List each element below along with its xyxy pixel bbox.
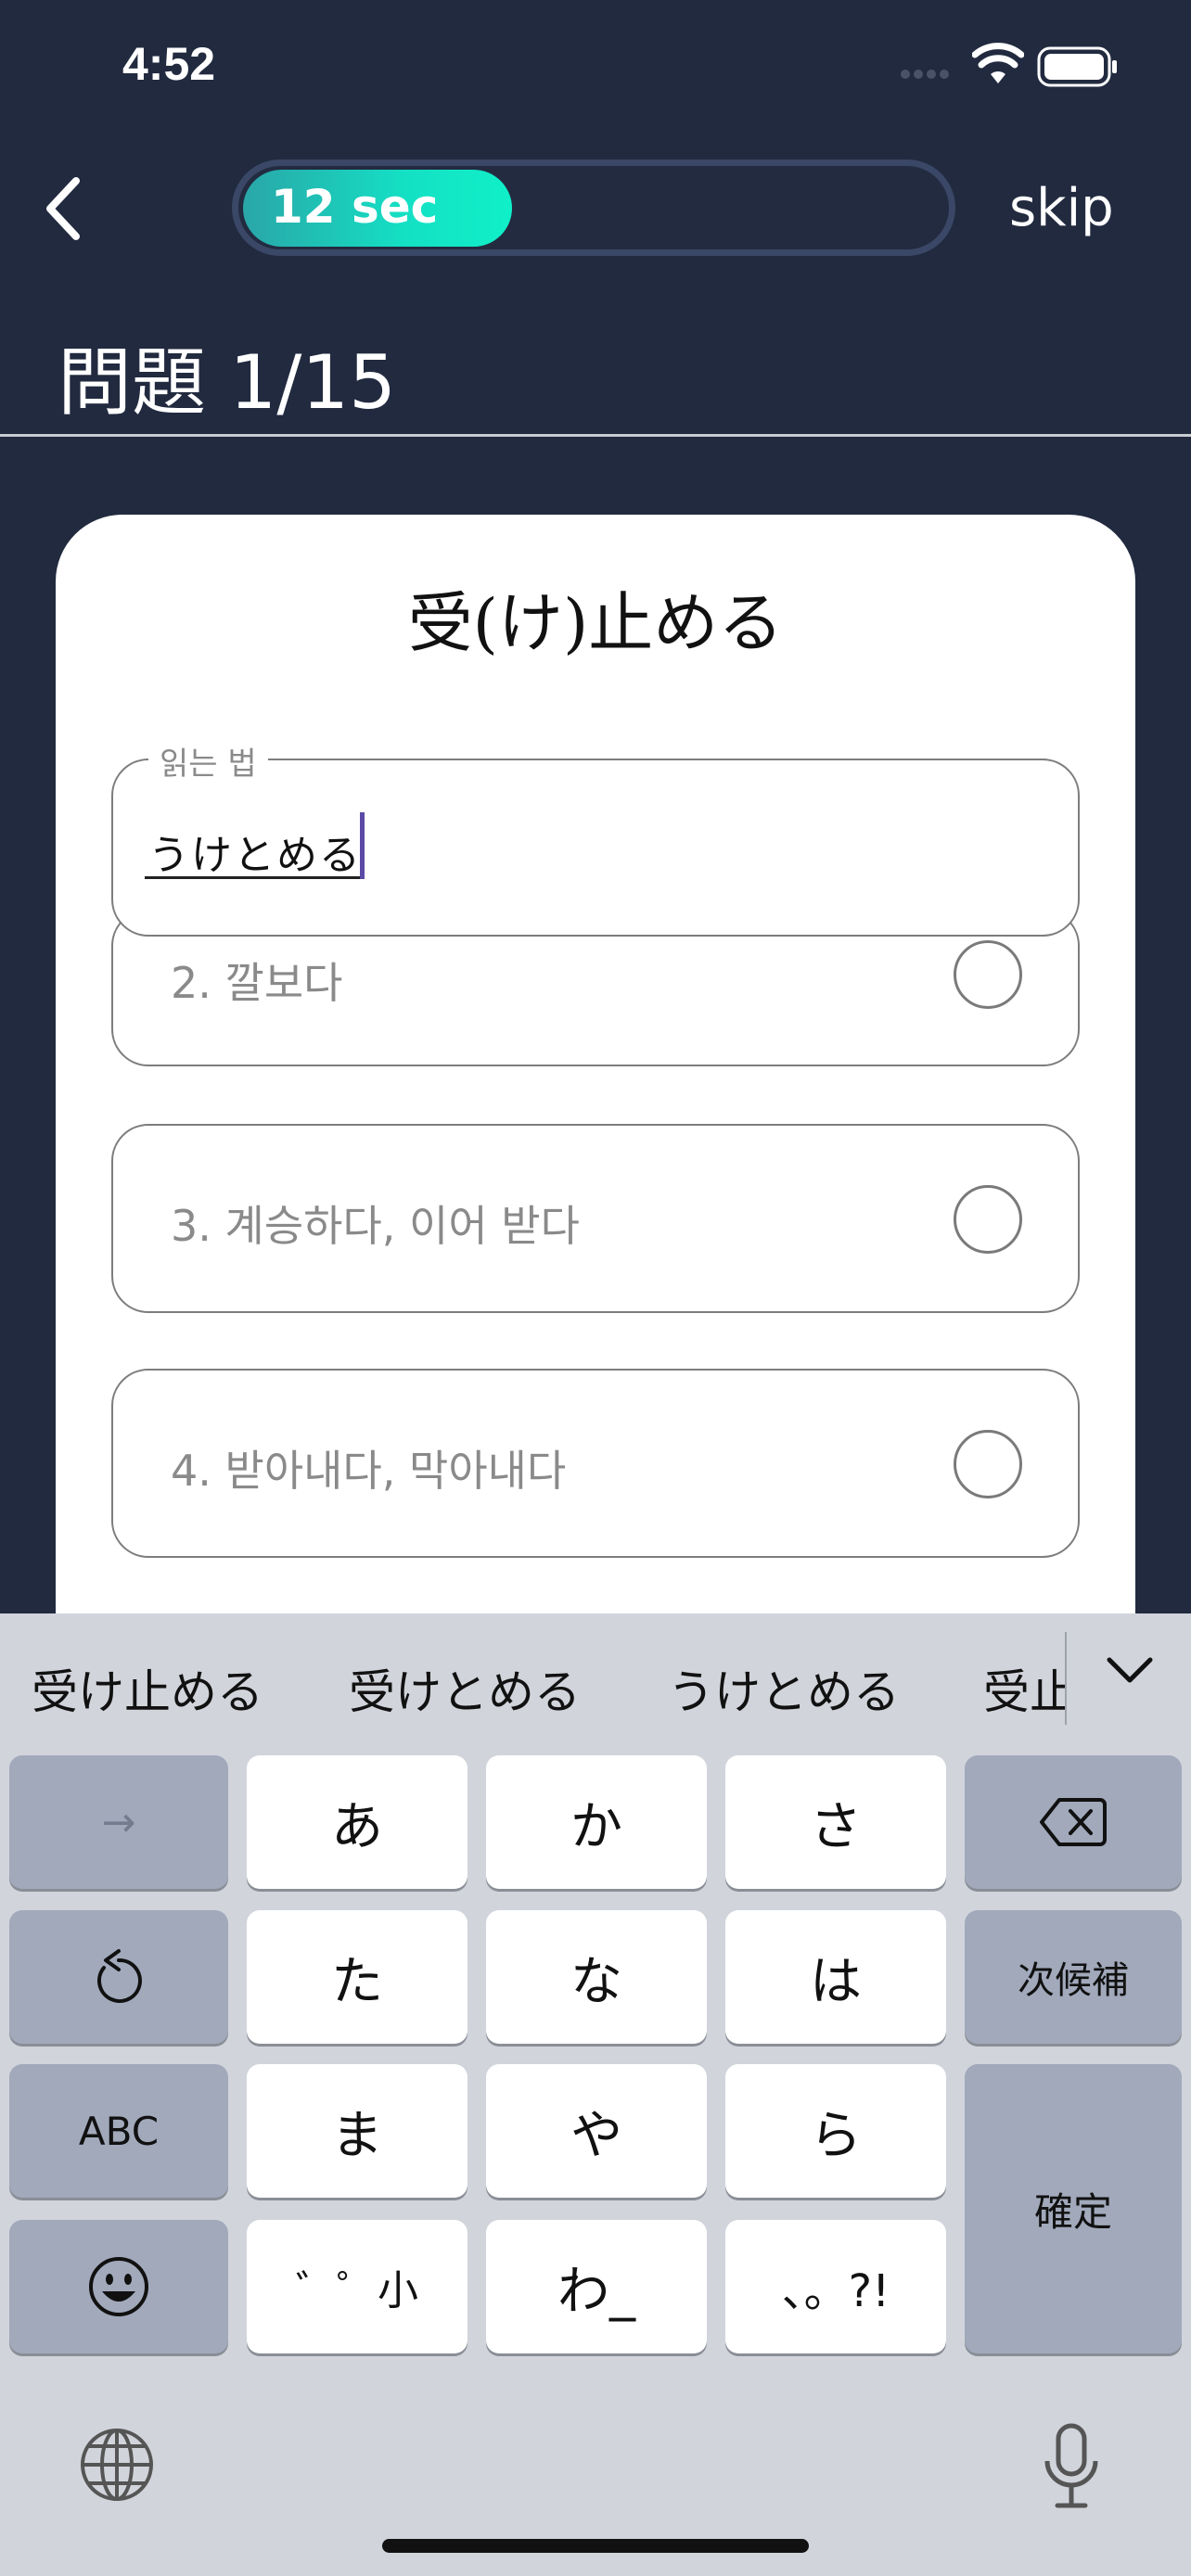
confirm-key[interactable]: 確定 — [965, 2064, 1182, 2353]
key-label: ABC — [78, 2108, 160, 2154]
key-ka[interactable]: か — [486, 1755, 707, 1889]
option-label: 4. 받아내다, 막아내다 — [171, 1446, 567, 1496]
option-3[interactable]: 3. 계승하다, 이어 받다 — [111, 1124, 1080, 1313]
radio-icon[interactable] — [954, 1430, 1022, 1498]
key-ya[interactable]: や — [486, 2064, 707, 2198]
suggestion-4[interactable]: 受止 — [983, 1655, 1065, 1722]
reading-input-label: 읽는 법 — [148, 738, 268, 784]
key-label: あ — [331, 1796, 383, 1857]
skip-button[interactable]: skip — [1009, 178, 1114, 238]
arrow-key-label: → — [101, 1798, 136, 1846]
key-label: は — [810, 1951, 862, 2012]
delete-key[interactable] — [965, 1755, 1182, 1889]
key-label: わ_ — [557, 2261, 635, 2322]
key-label: た — [331, 1951, 383, 2012]
abc-key[interactable]: ABC — [9, 2064, 228, 2198]
option-label: 3. 계승하다, 이어 받다 — [171, 1201, 580, 1251]
key-a[interactable]: あ — [247, 1755, 467, 1889]
chevron-down-icon[interactable] — [1104, 1652, 1156, 1690]
emoji-icon — [89, 2257, 148, 2316]
emoji-key[interactable] — [9, 2220, 228, 2353]
key-label: 、。?! — [781, 2265, 890, 2317]
key-label: 次候補 — [1018, 1959, 1129, 2002]
globe-icon[interactable] — [78, 2426, 156, 2504]
suggestion-divider — [1065, 1632, 1067, 1725]
option-label: 2. 깔보다 — [171, 958, 343, 1008]
suggestion-4-clip[interactable]: 受止 — [981, 1632, 1065, 1725]
key-ra[interactable]: ら — [725, 2064, 946, 2198]
key-punctuation[interactable]: 、。?! — [725, 2220, 946, 2353]
wifi-icon — [972, 43, 1024, 83]
key-label: ゛゜小 — [296, 2267, 418, 2315]
timer-label: 12 sec — [271, 180, 439, 234]
key-label: や — [570, 2105, 622, 2166]
suggestion-1[interactable]: 受け止める — [32, 1655, 263, 1722]
key-ha[interactable]: は — [725, 1910, 946, 2044]
question-counter: 問題 1/15 — [58, 339, 397, 426]
arrow-key[interactable]: → — [9, 1755, 228, 1889]
reading-input-value[interactable]: うけとめる — [148, 822, 362, 881]
key-label: 確定 — [1033, 2188, 1112, 2235]
radio-icon[interactable] — [954, 940, 1022, 1009]
question-word: 受(け)止める — [407, 585, 784, 661]
suggestion-2[interactable]: 受けとめる — [349, 1655, 581, 1722]
key-label: な — [570, 1951, 622, 2012]
key-label: か — [570, 1796, 622, 1857]
mic-icon[interactable] — [1039, 2420, 1104, 2513]
suggestion-3[interactable]: うけとめる — [668, 1655, 900, 1722]
key-sa[interactable]: さ — [725, 1755, 946, 1889]
delete-icon — [1040, 1798, 1107, 1846]
option-4[interactable]: 4. 받아내다, 막아내다 — [111, 1369, 1080, 1558]
radio-icon[interactable] — [954, 1185, 1022, 1254]
battery-icon — [1037, 46, 1117, 87]
signal-icon — [901, 70, 949, 79]
key-label: さ — [810, 1796, 862, 1857]
status-time: 4:52 — [122, 38, 216, 90]
composition-underline — [145, 876, 360, 879]
key-wa[interactable]: わ_ — [486, 2220, 707, 2353]
key-ta[interactable]: た — [247, 1910, 467, 2044]
next-candidate-key[interactable]: 次候補 — [965, 1910, 1182, 2044]
key-na[interactable]: な — [486, 1910, 707, 2044]
key-ma[interactable]: ま — [247, 2064, 467, 2198]
undo-icon — [96, 1949, 142, 2003]
back-chevron-icon[interactable] — [37, 172, 93, 246]
key-dakuten[interactable]: ゛゜小 — [247, 2220, 467, 2353]
home-indicator — [382, 2539, 809, 2553]
header-divider — [0, 434, 1191, 437]
key-label: ま — [331, 2105, 383, 2166]
text-caret — [360, 812, 365, 879]
undo-key[interactable] — [9, 1910, 228, 2044]
key-label: ら — [810, 2105, 862, 2166]
